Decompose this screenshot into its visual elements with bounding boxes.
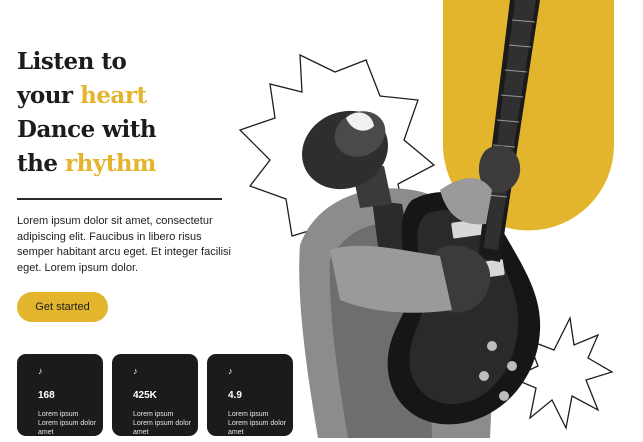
hero-artwork <box>238 0 614 438</box>
guitarist-photo <box>299 0 541 438</box>
